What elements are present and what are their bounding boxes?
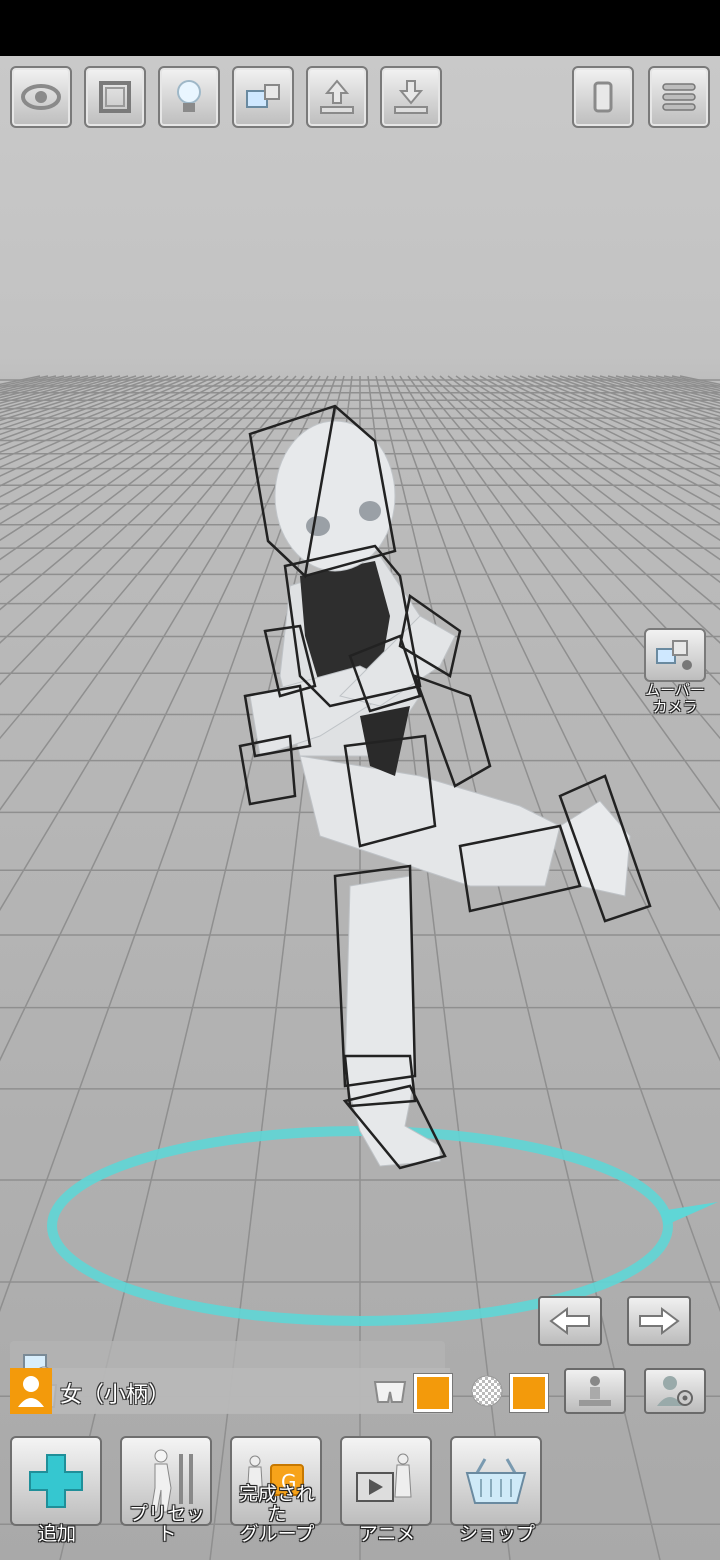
menu-icon xyxy=(662,83,696,111)
group-label: 完成された グループ xyxy=(238,1483,315,1545)
3d-viewport[interactable]: ムーバー カメラ xyxy=(0,56,720,1560)
shop-label: ショップ xyxy=(458,1523,535,1545)
download-icon xyxy=(394,80,428,114)
mover-camera-label-2: カメラ xyxy=(652,698,698,716)
previous-button[interactable] xyxy=(538,1296,602,1346)
arrow-left-icon xyxy=(549,1307,590,1335)
costume-color-swatch[interactable] xyxy=(413,1373,453,1413)
texture-color-swatch[interactable] xyxy=(509,1373,549,1413)
mover-camera-button[interactable]: ムーバー カメラ xyxy=(640,628,710,716)
menu-button[interactable] xyxy=(648,66,710,128)
next-button[interactable] xyxy=(627,1296,691,1346)
shop-button[interactable]: ショップ xyxy=(450,1436,544,1544)
arrow-right-icon xyxy=(639,1307,680,1335)
mover-camera-label-1: ムーバー xyxy=(645,681,705,699)
model-settings-button[interactable] xyxy=(644,1368,706,1414)
light-bulb-icon xyxy=(177,80,201,112)
eye-icon xyxy=(21,84,61,110)
group-button[interactable]: G 完成された グループ xyxy=(230,1436,324,1544)
upload-icon xyxy=(320,79,354,114)
frame-button[interactable] xyxy=(84,66,146,128)
anime-label: アニメ xyxy=(358,1523,416,1545)
model-bar: 女（小柄） xyxy=(10,1366,710,1416)
figure-on-stage-icon xyxy=(579,1376,611,1406)
plus-icon xyxy=(29,1454,83,1508)
preset-label: プリセット xyxy=(128,1503,205,1545)
camera-button[interactable] xyxy=(232,66,294,128)
phone-icon xyxy=(593,81,613,113)
person-icon xyxy=(10,1368,52,1414)
scene-canvas xyxy=(0,375,720,1560)
add-button[interactable]: 追加 xyxy=(10,1436,104,1544)
person-gear-icon xyxy=(657,1376,693,1406)
anime-button[interactable]: アニメ xyxy=(340,1436,434,1544)
shop-basket-icon xyxy=(465,1458,527,1504)
light-button[interactable] xyxy=(158,66,220,128)
frame-icon xyxy=(99,81,131,113)
upload-button[interactable] xyxy=(306,66,368,128)
add-label: 追加 xyxy=(37,1523,76,1545)
texture-icon xyxy=(471,1375,503,1407)
preset-button[interactable]: プリセット xyxy=(120,1436,214,1544)
download-button[interactable] xyxy=(380,66,442,128)
camera-icon xyxy=(246,84,280,108)
device-button[interactable] xyxy=(572,66,634,128)
status-bar xyxy=(0,0,720,56)
costume-icon xyxy=(373,1381,407,1403)
anime-icon xyxy=(356,1453,412,1502)
pose-edit-button[interactable] xyxy=(564,1368,626,1414)
mover-camera-icon xyxy=(644,628,706,682)
model-name: 女（小柄） xyxy=(60,1383,171,1408)
view-button[interactable] xyxy=(10,66,72,128)
